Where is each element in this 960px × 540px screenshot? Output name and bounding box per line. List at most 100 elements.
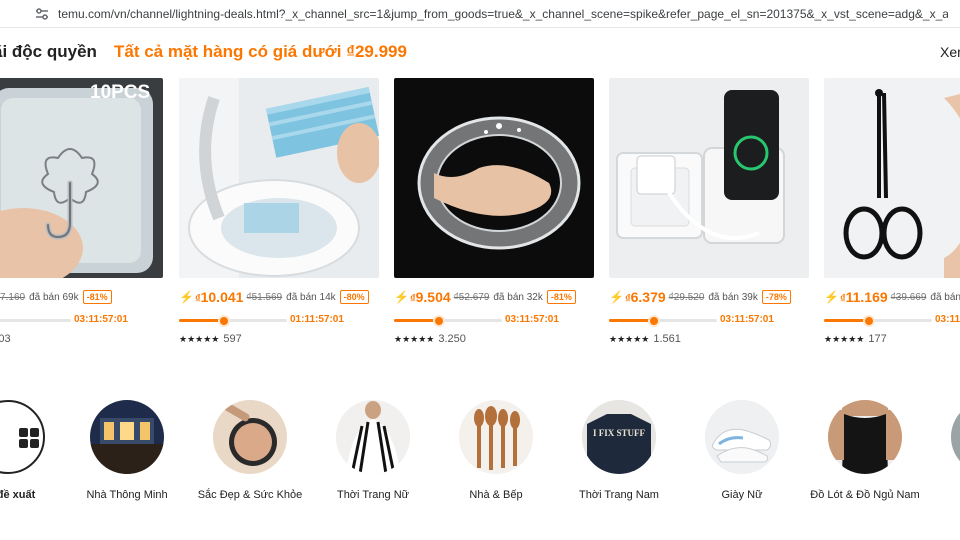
discount-badge: -80% [339, 290, 369, 304]
discount-badge: -81% [82, 290, 112, 304]
product-card[interactable]: ⚡ ₫10.041 ₫51.569 đã bán 14k -80% 01:11:… [179, 78, 379, 358]
deal-progress: 01:11:57:01 [179, 314, 379, 328]
star-rating-icon: ★★★★★ [394, 333, 435, 344]
discount-badge: -78% [761, 290, 791, 304]
category-image [705, 400, 779, 474]
site-settings-icon[interactable] [34, 6, 50, 22]
countdown-timer: 03:11 [935, 314, 960, 325]
lightning-icon: ⚡ [179, 290, 194, 304]
progress-knob-icon [863, 315, 876, 327]
category-label: Thời Trang Nữ [336, 489, 410, 501]
rating-row: ★★★★★ 1.561 [609, 332, 681, 346]
sold-count: đã bán 14k [286, 291, 336, 303]
progress-knob-icon [648, 315, 661, 327]
product-card[interactable]: 10PCS 439 ₫57.160 đã bán 69k -81% 03:11:… [0, 78, 163, 358]
progress-track [609, 319, 717, 322]
category-partial[interactable] [933, 400, 960, 480]
price-value: 9.504 [415, 289, 451, 305]
sold-count: đã bán 39k [708, 291, 758, 303]
category-image [828, 400, 902, 474]
category-image [213, 400, 287, 474]
price: ₫11.169 [840, 289, 888, 305]
price-row: ⚡ ₫11.169 ₫39.669 đã bán 4 [824, 288, 960, 306]
deal-progress: 03:11:57:01 [0, 314, 163, 328]
section-title: ãi độc quyền [0, 42, 97, 61]
star-rating-icon: ★★★★★ [824, 333, 865, 344]
sold-count: đã bán 32k [493, 291, 543, 303]
discount-badge: -81% [546, 290, 576, 304]
product-image-toilet-seat-covers[interactable] [179, 78, 379, 278]
category-label: Giày Nữ [721, 489, 763, 501]
category-image [336, 400, 410, 474]
price-row: ⚡ ₫9.504 ₫52.679 đã bán 32k -81% [394, 288, 576, 306]
category-label: Nhà & Bếp [469, 489, 523, 501]
price-value: 6.379 [630, 289, 666, 305]
category-label: Thời Trang Nam [579, 489, 659, 501]
old-price: ₫29.520 [668, 291, 705, 303]
rating-row: ★★★★★ 597 [179, 332, 242, 346]
price: ₫6.379 [625, 289, 666, 305]
product-card[interactable]: ⚡ ₫6.379 ₫29.520 đã bán 39k -78% 03:11:5… [609, 78, 809, 358]
progress-track [824, 319, 932, 322]
countdown-timer: 01:11:57:01 [290, 314, 344, 325]
address-bar[interactable]: temu.com/vn/channel/lightning-deals.html… [0, 0, 960, 28]
rating-row: ★★★★★ 3.250 [394, 332, 466, 346]
product-image-phone-holder[interactable] [609, 78, 809, 278]
price: ₫10.041 [195, 289, 243, 305]
price-value: 10.041 [200, 289, 244, 305]
image-badge: 10PCS [90, 82, 151, 103]
price-row: 439 ₫57.160 đã bán 69k -81% [0, 288, 112, 306]
category-carousel: đề xuất Nhà Thông Minh Sắc Đẹp & Sức Khỏ [0, 400, 960, 530]
progress-knob-icon [218, 315, 231, 327]
category-label: Đồ Lót & Đồ Ngủ Nam [810, 489, 920, 501]
price-row: ⚡ ₫6.379 ₫29.520 đã bán 39k -78% [609, 288, 791, 306]
category-image [951, 400, 960, 474]
old-price: ₫57.160 [0, 291, 26, 303]
price-value: 11.169 [845, 289, 888, 305]
url-text[interactable]: temu.com/vn/channel/lightning-deals.html… [58, 7, 948, 21]
countdown-timer: 03:11:57:01 [505, 314, 559, 325]
old-price: ₫51.569 [246, 291, 283, 303]
rating-count: 5.503 [0, 333, 11, 345]
progress-track [0, 319, 71, 322]
rating-row: ★★ 5.503 [0, 332, 11, 346]
rating-count: 1.561 [653, 333, 681, 345]
countdown-timer: 03:11:57:01 [720, 314, 774, 325]
rating-count: 597 [223, 333, 242, 345]
category-image: I FIX STUFF [582, 400, 656, 474]
view-all-link[interactable]: Xem [940, 44, 960, 60]
lightning-icon: ⚡ [824, 290, 839, 304]
product-card[interactable]: ⚡ ₫11.169 ₫39.669 đã bán 4 03:11 ★★★★★ 1… [824, 78, 960, 358]
product-image-hooks[interactable]: 10PCS [0, 78, 163, 278]
rating-count: 177 [868, 333, 887, 345]
progress-track [394, 319, 502, 322]
product-image-nose-scissors[interactable] [824, 78, 960, 278]
rating-count: 3.250 [438, 333, 466, 345]
grid-icon [19, 428, 39, 448]
product-image-double-sided-tape[interactable] [394, 78, 594, 278]
section-subtitle: Tất cả mặt hàng có giá dưới ₫29.999 [114, 42, 407, 61]
sold-count: đã bán 69k [29, 291, 79, 303]
category-label: Nhà Thông Minh [86, 489, 168, 501]
product-carousel: 10PCS 439 ₫57.160 đã bán 69k -81% 03:11:… [0, 78, 960, 358]
sold-count: đã bán 4 [930, 291, 960, 303]
star-rating-icon: ★★★★★ [179, 333, 220, 344]
lightning-deals-header: ãi độc quyền Tất cả mặt hàng có giá dưới… [0, 42, 960, 66]
star-rating-icon: ★★★★★ [609, 333, 650, 344]
category-label: đề xuất [0, 489, 36, 501]
countdown-timer: 03:11:57:01 [74, 314, 128, 325]
old-price: ₫52.679 [453, 291, 490, 303]
progress-knob-icon [433, 315, 446, 327]
product-card[interactable]: ⚡ ₫9.504 ₫52.679 đã bán 32k -81% 03:11:5… [394, 78, 594, 358]
lightning-icon: ⚡ [394, 290, 409, 304]
old-price: ₫39.669 [890, 291, 927, 303]
category-label: Sắc Đẹp & Sức Khỏe [197, 489, 303, 501]
category-image [459, 400, 533, 474]
price-row: ⚡ ₫10.041 ₫51.569 đã bán 14k -80% [179, 288, 369, 306]
deal-progress: 03:11 [824, 314, 960, 328]
shirt-print: I FIX STUFF [593, 428, 646, 438]
progress-track [179, 319, 287, 322]
rating-row: ★★★★★ 177 [824, 332, 887, 346]
price: ₫9.504 [410, 289, 451, 305]
deal-progress: 03:11:57:01 [394, 314, 594, 328]
